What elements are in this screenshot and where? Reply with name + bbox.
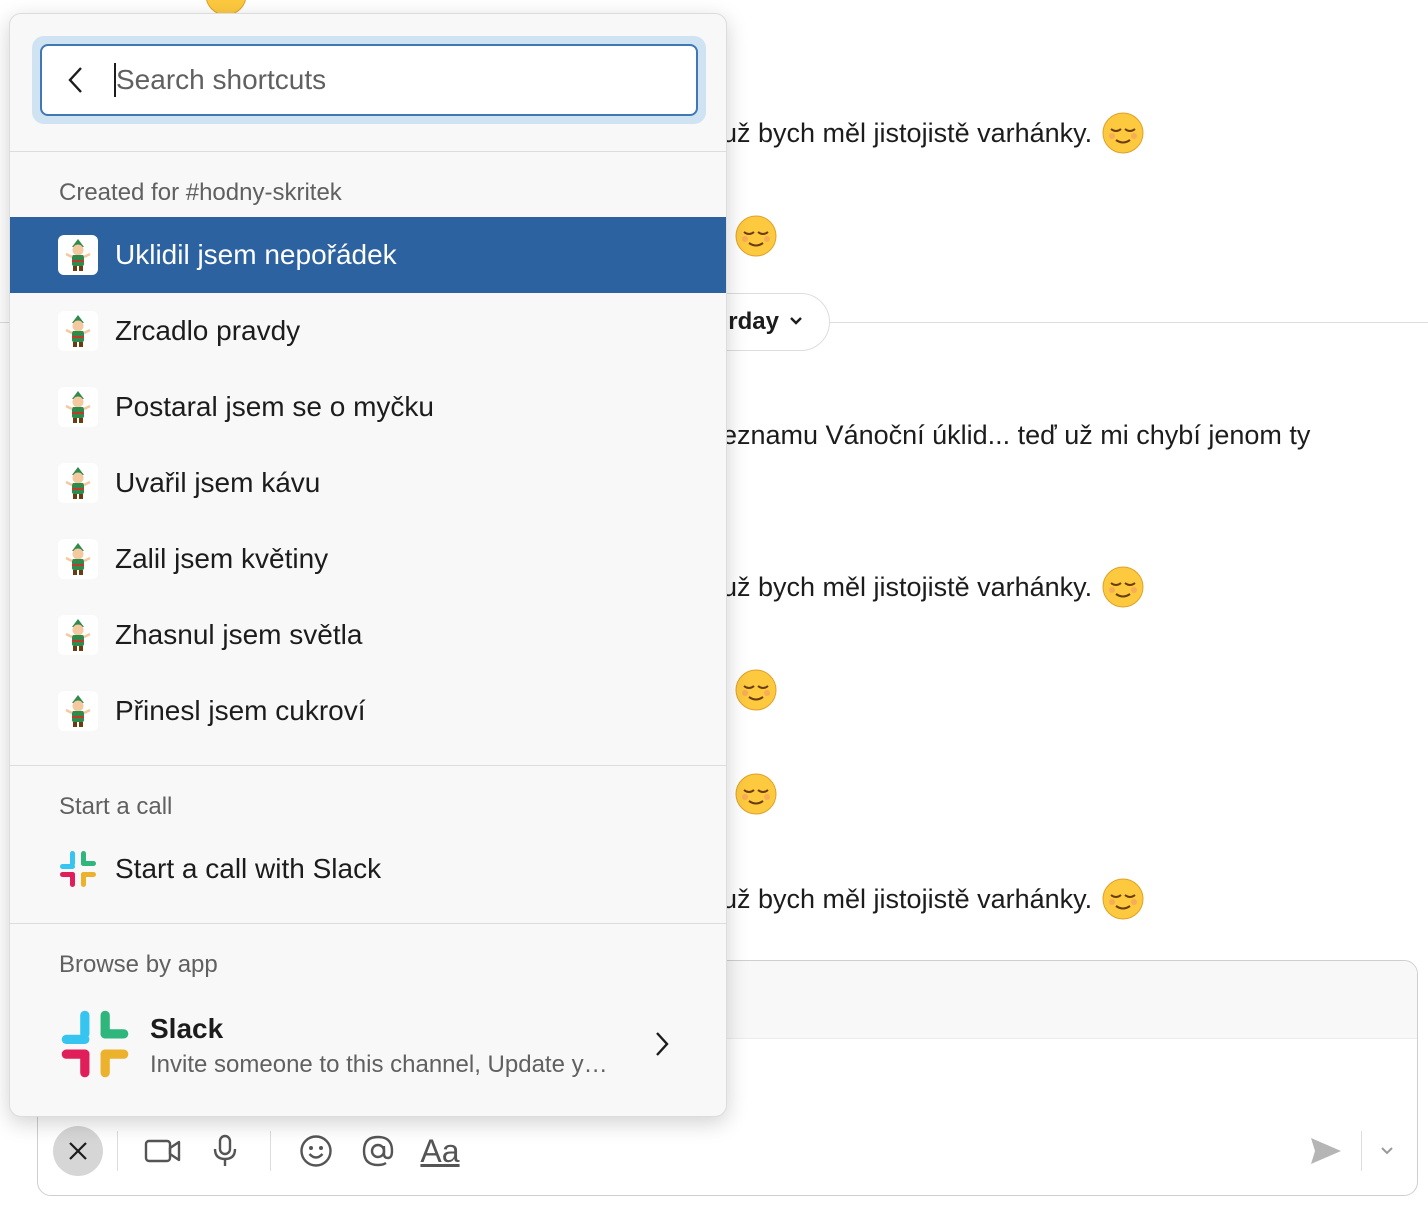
formatting-label: Aa	[420, 1132, 460, 1169]
relieved-face-icon	[735, 215, 777, 257]
section-divider	[10, 923, 726, 924]
shortcut-item[interactable]: Zalil jsem květiny	[10, 521, 726, 597]
emoji-icon	[300, 1135, 332, 1167]
shortcut-label: Uklidil jsem nepořádek	[115, 239, 397, 270]
browse-app-slack[interactable]: Slack Invite someone to this channel, Up…	[10, 1004, 726, 1088]
message-text: už bych měl jistojistě varhánky.	[722, 571, 1093, 602]
relieved-face-icon	[735, 773, 777, 815]
video-clip-button[interactable]	[138, 1126, 188, 1176]
microphone-icon	[213, 1134, 237, 1166]
relieved-face-icon	[1102, 112, 1144, 154]
app-text: Slack Invite someone to this channel, Up…	[150, 1013, 608, 1079]
section-divider	[10, 765, 726, 766]
chat-message: eznamu Vánoční úklid... teď už mi chybí …	[722, 420, 1310, 451]
shortcut-item[interactable]: Přinesl jsem cukroví	[10, 673, 726, 749]
slack-logo-icon	[58, 849, 98, 889]
elf-icon	[58, 463, 98, 503]
search-input[interactable]	[116, 64, 696, 96]
slack-logo-icon	[58, 1007, 132, 1086]
shortcut-label: Postaral jsem se o myčku	[115, 391, 434, 422]
app-description: Invite someone to this channel, Update y…	[150, 1051, 608, 1078]
message-text: už bych měl jistojistě varhánky.	[722, 883, 1093, 914]
emoji-button[interactable]	[291, 1126, 341, 1176]
shortcut-item[interactable]: Zhasnul jsem světla	[10, 597, 726, 673]
shortcut-item[interactable]: Zrcadlo pravdy	[10, 293, 726, 369]
audio-clip-button[interactable]	[200, 1126, 250, 1176]
app-name: Slack	[150, 1013, 224, 1044]
message-text: eznamu Vánoční úklid... teď už mi chybí …	[722, 420, 1311, 450]
send-icon	[1311, 1138, 1341, 1164]
formatting-button[interactable]: Aa	[415, 1126, 465, 1176]
toolbar-separator	[1361, 1131, 1362, 1171]
at-icon	[362, 1135, 394, 1167]
shortcut-item[interactable]: Uvařil jsem kávu	[10, 445, 726, 521]
chevron-right-icon	[654, 1030, 670, 1063]
day-divider-label: rday	[728, 308, 779, 335]
mention-button[interactable]	[353, 1126, 403, 1176]
chat-message: už bych měl jistojistě varhánky.	[722, 112, 1144, 154]
close-icon	[69, 1142, 87, 1160]
chat-message: už bych měl jistojistě varhánky.	[722, 878, 1144, 920]
chat-message: už bych měl jistojistě varhánky.	[722, 566, 1144, 608]
section-heading-call: Start a call	[59, 793, 173, 820]
section-divider	[10, 151, 726, 152]
start-call-item[interactable]: Start a call with Slack	[10, 831, 726, 907]
elf-icon	[58, 539, 98, 579]
relieved-face-icon	[735, 669, 777, 711]
back-button[interactable]	[42, 46, 108, 114]
toolbar-separator	[117, 1131, 118, 1171]
section-heading-channel: Created for #hodny-skritek	[59, 179, 342, 206]
video-icon	[144, 1139, 181, 1163]
shortcut-label: Přinesl jsem cukroví	[115, 695, 366, 726]
elf-icon	[58, 235, 98, 275]
chevron-left-icon	[68, 67, 82, 93]
relieved-face-icon	[1102, 566, 1144, 608]
close-shortcuts-button[interactable]	[53, 1126, 103, 1176]
shortcuts-menu: Created for #hodny-skritek Uklidil jsem …	[9, 13, 727, 1117]
chevron-down-icon	[1381, 1147, 1393, 1155]
shortcut-item[interactable]: Postaral jsem se o myčku	[10, 369, 726, 445]
elf-icon	[58, 311, 98, 351]
message-text: už bych měl jistojistě varhánky.	[722, 117, 1093, 148]
section-heading-browse: Browse by app	[59, 951, 218, 978]
shortcut-label: Uvařil jsem kávu	[115, 467, 321, 498]
shortcut-item[interactable]: Uklidil jsem nepořádek	[10, 217, 726, 293]
elf-icon	[58, 615, 98, 655]
relieved-face-icon	[1102, 878, 1144, 920]
search-field[interactable]	[40, 44, 698, 116]
search-field-focus-ring	[32, 36, 706, 124]
send-button[interactable]	[1301, 1126, 1351, 1176]
start-call-label: Start a call with Slack	[115, 853, 382, 884]
elf-icon	[58, 691, 98, 731]
toolbar-separator	[270, 1131, 271, 1171]
send-options-button[interactable]	[1372, 1126, 1402, 1176]
shortcut-label: Zalil jsem květiny	[115, 543, 329, 574]
composer-toolbar: Aa	[53, 1121, 1402, 1181]
shortcut-label: Zrcadlo pravdy	[115, 315, 301, 346]
shortcut-label: Zhasnul jsem světla	[115, 619, 363, 650]
elf-icon	[58, 387, 98, 427]
chevron-down-icon	[789, 313, 803, 331]
